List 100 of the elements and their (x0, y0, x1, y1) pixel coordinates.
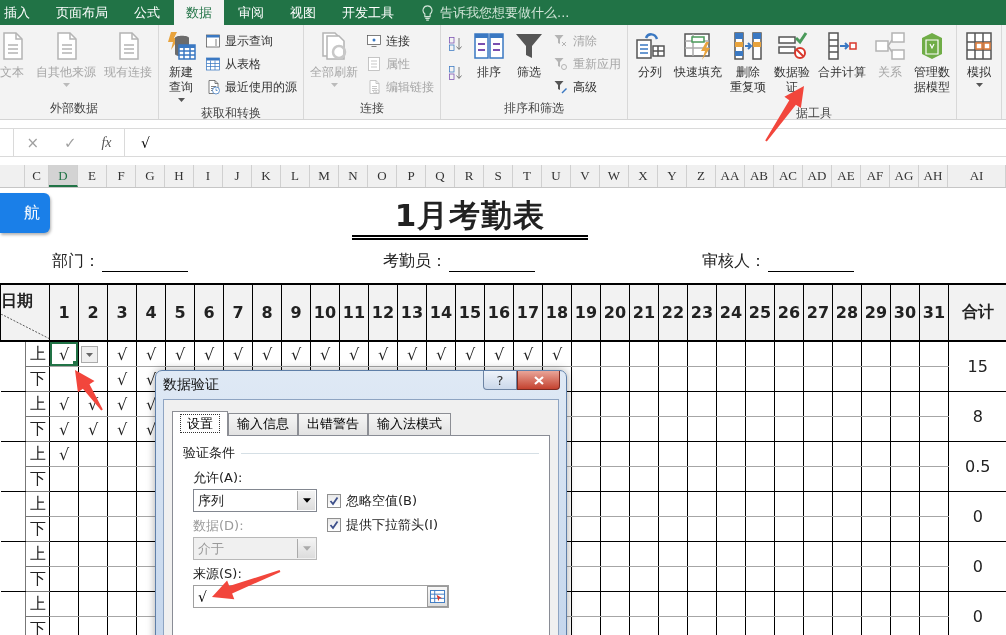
column-header[interactable]: P (397, 165, 426, 187)
column-header[interactable]: J (223, 165, 252, 187)
ribbon-button[interactable]: 合并计算 (815, 28, 869, 82)
ribbon-tab[interactable]: 开发工具 (330, 0, 406, 25)
column-header[interactable]: Q (426, 165, 455, 187)
column-header[interactable]: Z (687, 165, 716, 187)
table-cell[interactable]: √ (194, 341, 224, 367)
column-header[interactable]: W (600, 165, 629, 187)
range-picker-button[interactable] (427, 586, 448, 607)
ribbon-button[interactable]: 删除 重复项 (727, 28, 769, 97)
table-arrow-icon (826, 30, 858, 62)
ribbon-button[interactable]: 连接 (363, 30, 437, 52)
ribbon-tab[interactable]: 视图 (278, 0, 328, 25)
dropdown-button[interactable] (81, 346, 98, 363)
column-header[interactable]: AA (716, 165, 745, 187)
table-cell[interactable]: √ (78, 416, 108, 442)
column-header[interactable]: R (455, 165, 484, 187)
ribbon-button[interactable]: 新建 查询 (162, 28, 200, 104)
column-heading: 28 (832, 284, 862, 341)
table-cell[interactable]: √ (49, 441, 79, 467)
column-header[interactable]: AH (919, 165, 948, 187)
ribbon-button[interactable]: 最近使用的源 (202, 76, 300, 98)
column-header[interactable]: AI (948, 165, 1006, 187)
table-cell[interactable]: √ (397, 341, 427, 367)
table-cell[interactable]: √ (513, 341, 543, 367)
column-header[interactable]: T (513, 165, 542, 187)
table-cell[interactable]: √ (165, 341, 195, 367)
dialog-tab[interactable]: 输入法模式 (368, 413, 451, 435)
ribbon-button[interactable]: 快速填充 (671, 28, 725, 82)
column-header[interactable]: V (571, 165, 600, 187)
ribbon-button[interactable]: 高级 (550, 76, 624, 98)
table-cell[interactable]: √ (107, 341, 137, 367)
table-cell[interactable]: √ (455, 341, 485, 367)
column-header[interactable]: H (165, 165, 194, 187)
column-header[interactable]: Y (658, 165, 687, 187)
column-header[interactable]: AE (832, 165, 861, 187)
table-cell[interactable]: √ (107, 366, 137, 392)
group-label: 据工具 (795, 105, 833, 122)
table-cell[interactable]: √ (310, 341, 340, 367)
column-header[interactable]: S (484, 165, 513, 187)
ribbon-tab[interactable]: 插入 (0, 0, 42, 25)
insert-function-button[interactable]: fx (97, 134, 116, 151)
ribbon-button[interactable]: 筛选 (510, 28, 548, 82)
table-cell[interactable]: √ (49, 416, 79, 442)
allow-dropdown[interactable]: 序列 (193, 489, 317, 512)
table-cell[interactable]: √ (107, 416, 137, 442)
ribbon-button[interactable]: 管理数 据模型 (911, 28, 953, 97)
checkbox[interactable] (327, 494, 341, 508)
sort-icon (473, 30, 505, 62)
column-header[interactable]: K (252, 165, 281, 187)
table-cell[interactable]: √ (426, 341, 456, 367)
table-cell[interactable]: √ (223, 341, 253, 367)
column-header[interactable]: M (310, 165, 339, 187)
column-header[interactable]: D (49, 165, 78, 187)
column-header[interactable]: L (281, 165, 310, 187)
close-button[interactable] (517, 371, 560, 390)
dialog-tab[interactable]: 输入信息 (228, 413, 298, 435)
table-cell: 上 (25, 391, 50, 417)
column-heading: 合计 (948, 284, 1006, 341)
help-button[interactable]: ? (483, 371, 517, 390)
ribbon-button[interactable]: 排序 (470, 28, 508, 82)
column-header[interactable]: AB (745, 165, 774, 187)
field-label: 来源(S): (193, 565, 243, 583)
table-cell: 下 (25, 516, 50, 542)
column-header[interactable]: AD (803, 165, 832, 187)
dialog-tab[interactable]: 出错警告 (298, 413, 368, 435)
column-header[interactable]: N (339, 165, 368, 187)
column-header[interactable]: O (368, 165, 397, 187)
column-header[interactable]: E (78, 165, 107, 187)
ribbon-button[interactable]: 从表格 (202, 53, 300, 75)
table-cell[interactable]: √ (252, 341, 282, 367)
column-header[interactable]: U (542, 165, 571, 187)
table-cell[interactable]: √ (49, 391, 79, 417)
table-cell[interactable]: √ (339, 341, 369, 367)
ribbon-tab[interactable]: 数据 (174, 0, 224, 25)
dialog-tab[interactable]: 设置 (172, 411, 228, 436)
ribbon-button[interactable]: 分列 (631, 28, 669, 82)
column-header[interactable]: F (107, 165, 136, 187)
column-header[interactable]: X (629, 165, 658, 187)
ribbon-button[interactable]: 模拟 (960, 28, 998, 89)
ribbon-tab[interactable]: 页面布局 (44, 0, 120, 25)
navigation-button[interactable]: 航 (0, 193, 50, 233)
column-header[interactable]: AF (861, 165, 890, 187)
search-field[interactable]: 告诉我您想要做什么... (438, 4, 602, 21)
column-header[interactable]: AC (774, 165, 803, 187)
table-cell[interactable]: √ (136, 341, 166, 367)
table-cell[interactable]: √ (281, 341, 311, 367)
list-icon (366, 56, 382, 72)
column-header[interactable]: I (194, 165, 223, 187)
column-header[interactable]: AG (890, 165, 919, 187)
table-cell[interactable]: √ (542, 341, 572, 367)
table-cell[interactable]: √ (368, 341, 398, 367)
table-cell[interactable]: √ (107, 391, 137, 417)
checkbox[interactable] (327, 518, 341, 532)
table-cell[interactable]: √ (484, 341, 514, 367)
ribbon-tab[interactable]: 审阅 (226, 0, 276, 25)
ribbon-button[interactable]: 显示查询 (202, 30, 300, 52)
ribbon-tab[interactable]: 公式 (122, 0, 172, 25)
document-clock-icon (205, 79, 221, 95)
column-header[interactable]: G (136, 165, 165, 187)
